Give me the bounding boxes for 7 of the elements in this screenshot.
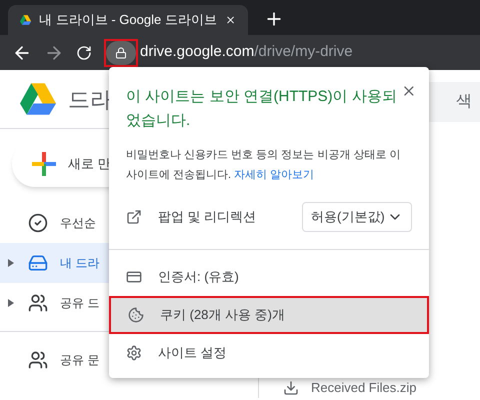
security-description: 비밀번호나 신용카드 번호 등의 정보는 비공개 상태로 이 사이트에 전송됩니다. 자세히 알아보기 xyxy=(125,148,402,183)
app-name: 드라 xyxy=(68,86,112,114)
url-host: drive.google.com xyxy=(140,42,254,62)
permission-label: 팝업 및 리디렉션 xyxy=(158,208,256,226)
url-path: /drive/my-drive xyxy=(254,42,353,62)
file-name: Received Files.zip xyxy=(311,379,416,397)
tab-title: 내 드라이브 - Google 드라이브 xyxy=(39,11,217,30)
